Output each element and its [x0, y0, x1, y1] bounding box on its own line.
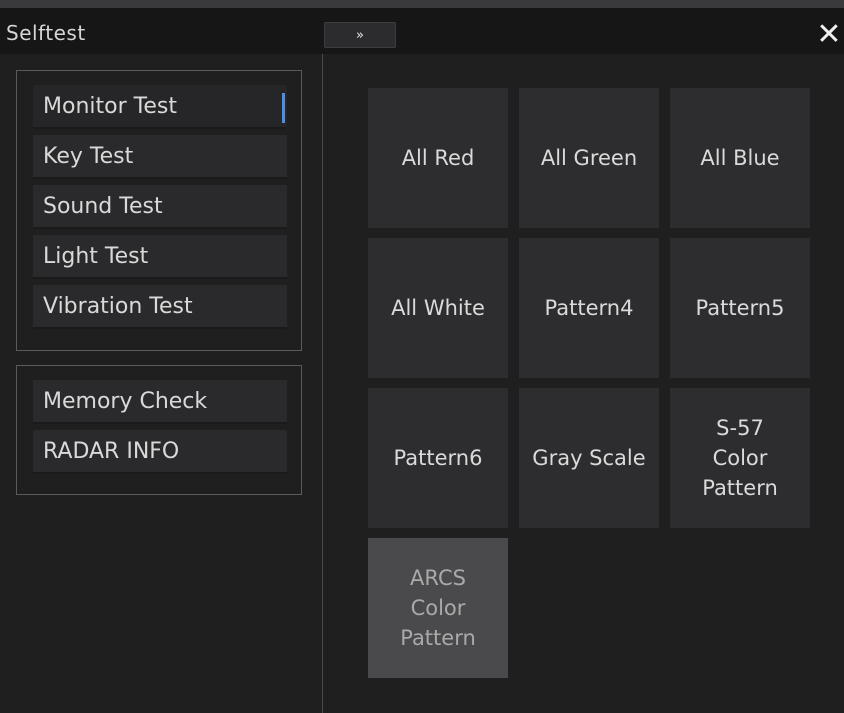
tile-pattern4[interactable]: Pattern4 — [519, 238, 659, 378]
sidebar-item-label: Memory Check — [43, 389, 208, 414]
sidebar-item-radar-info[interactable]: RADAR INFO — [33, 430, 287, 474]
sidebar-item-label: Sound Test — [43, 194, 163, 219]
sidebar-item-memory-check[interactable]: Memory Check — [33, 380, 287, 424]
info-list-group: Memory Check RADAR INFO — [16, 365, 302, 495]
tile-gray-scale[interactable]: Gray Scale — [519, 388, 659, 528]
sidebar-item-label: Light Test — [43, 244, 149, 269]
tile-arcs-color-pattern[interactable]: ARCS Color Pattern — [368, 538, 508, 678]
tile-all-blue[interactable]: All Blue — [670, 88, 810, 228]
expand-button[interactable]: » — [324, 22, 396, 48]
tile-all-red[interactable]: All Red — [368, 88, 508, 228]
close-icon[interactable]: ✕ — [814, 20, 844, 52]
sidebar-item-monitor-test[interactable]: Monitor Test — [33, 85, 287, 129]
sidebar-item-label: Key Test — [43, 144, 134, 169]
tile-pattern6[interactable]: Pattern6 — [368, 388, 508, 528]
tile-s57-color-pattern[interactable]: S-57 Color Pattern — [670, 388, 810, 528]
sidebar-item-light-test[interactable]: Light Test — [33, 235, 287, 279]
title-bar: Selftest » ✕ — [0, 8, 844, 54]
panel-divider — [322, 54, 323, 713]
window-title: Selftest — [6, 21, 86, 45]
tile-all-white[interactable]: All White — [368, 238, 508, 378]
sidebar-item-key-test[interactable]: Key Test — [33, 135, 287, 179]
tile-pattern5[interactable]: Pattern5 — [670, 238, 810, 378]
tile-all-green[interactable]: All Green — [519, 88, 659, 228]
sidebar-item-sound-test[interactable]: Sound Test — [33, 185, 287, 229]
sidebar-item-label: Monitor Test — [43, 94, 177, 119]
sidebar-item-label: RADAR INFO — [43, 439, 180, 464]
sidebar-item-label: Vibration Test — [43, 294, 193, 319]
test-list-group: Monitor Test Key Test Sound Test Light T… — [16, 70, 302, 351]
selection-indicator — [282, 93, 285, 123]
sidebar-item-vibration-test[interactable]: Vibration Test — [33, 285, 287, 329]
